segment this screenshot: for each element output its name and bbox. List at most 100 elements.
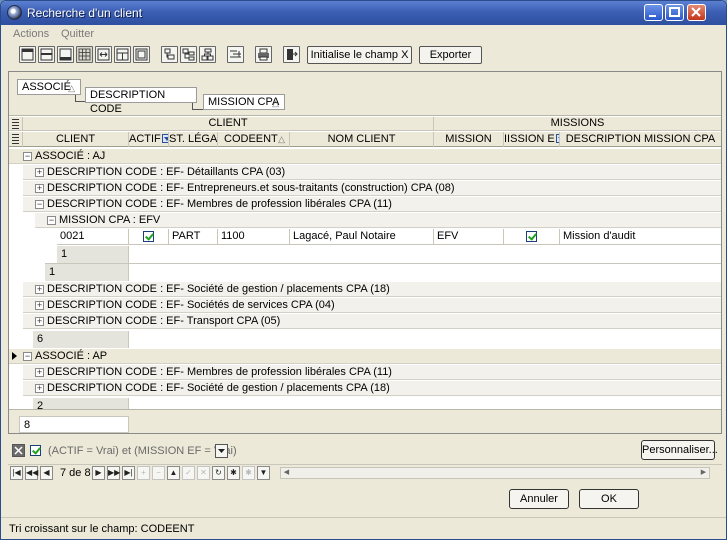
col-mission-ef[interactable]: IISSION E xyxy=(504,132,560,147)
maximize-button[interactable] xyxy=(665,4,684,21)
col-actif[interactable]: ACTIF xyxy=(129,132,169,147)
expand-icon[interactable]: + xyxy=(35,184,44,193)
group-row-code[interactable]: + DESCRIPTION CODE : EF- Détaillants CPA… xyxy=(23,165,721,180)
column-autofit-button[interactable] xyxy=(95,46,112,63)
layout-top-button[interactable] xyxy=(19,46,36,63)
collapse-icon[interactable]: − xyxy=(23,152,32,161)
exit-button[interactable] xyxy=(283,46,300,63)
menu-actions[interactable]: Actions xyxy=(13,28,49,40)
col-client[interactable]: CLIENT xyxy=(23,132,129,147)
cell-codeent[interactable]: 1100 xyxy=(218,229,290,245)
group-row-code[interactable]: + DESCRIPTION CODE : EF- Transport CPA (… xyxy=(23,314,721,329)
group-row-associe-ap[interactable]: − ASSOCIÉ : AP xyxy=(9,349,721,364)
expand-icon[interactable]: + xyxy=(35,317,44,326)
nav-filter-button[interactable]: ▼ xyxy=(257,466,270,480)
minimize-button[interactable] xyxy=(644,4,663,21)
actif-checkbox[interactable] xyxy=(143,231,154,242)
group-label: DESCRIPTION CODE : EF- Société de gestio… xyxy=(47,382,390,394)
clear-filter-button[interactable] xyxy=(12,444,25,457)
col-nom-client[interactable]: NOM CLIENT xyxy=(290,132,434,147)
expand-icon[interactable]: + xyxy=(35,168,44,177)
table-row[interactable]: 0021 PART 1100 Lagacé, Paul Notaire EFV … xyxy=(57,229,721,245)
group-label: ASSOCIÉ : AJ xyxy=(35,150,106,162)
group-row-mission[interactable]: − MISSION CPA : EFV xyxy=(35,213,721,228)
export-button[interactable]: Exporter xyxy=(419,46,482,64)
cell-client[interactable]: 0021 xyxy=(57,229,129,245)
group-chip-description-code[interactable]: DESCRIPTION CODE xyxy=(85,87,197,115)
group-by-panel: ASSOCIÉ △ DESCRIPTION CODE MISSION CPA △ xyxy=(9,72,721,116)
layout-middle-button[interactable] xyxy=(38,46,55,63)
cell-mission-ef[interactable] xyxy=(504,229,560,245)
col-st-legal[interactable]: ST. LÉGAL xyxy=(169,132,218,147)
cell-actif[interactable] xyxy=(129,229,169,245)
group-row-code[interactable]: + DESCRIPTION CODE : EF- Société de gest… xyxy=(23,381,721,396)
menu-quit[interactable]: Quitter xyxy=(61,28,94,40)
ok-button[interactable]: OK xyxy=(579,489,639,509)
nav-last-button[interactable]: ▶| xyxy=(122,466,135,480)
nav-refresh-button[interactable]: ↻ xyxy=(212,466,225,480)
sort-button[interactable] xyxy=(227,46,244,63)
group-row-code[interactable]: − DESCRIPTION CODE : EF- Membres de prof… xyxy=(23,197,721,212)
group-label: DESCRIPTION CODE : EF- Membres de profes… xyxy=(47,198,392,210)
nav-insert-button[interactable]: + xyxy=(137,466,150,480)
collapse-icon[interactable]: − xyxy=(47,216,56,225)
column-selector[interactable] xyxy=(9,132,23,147)
init-field-button[interactable]: Initialise le champ X xyxy=(307,46,412,64)
cancel-button[interactable]: Annuler xyxy=(509,489,569,509)
nav-next-button[interactable]: ▶ xyxy=(92,466,105,480)
col-codeent[interactable]: CODEENT △ xyxy=(218,132,290,147)
filter-history-dropdown[interactable] xyxy=(215,444,228,458)
mission-ef-checkbox[interactable] xyxy=(526,231,537,242)
nav-first-button[interactable]: |◀ xyxy=(10,466,23,480)
collapse-icon[interactable]: − xyxy=(23,352,32,361)
band-panel-button[interactable] xyxy=(114,46,131,63)
group-chip-mission-cpa[interactable]: MISSION CPA △ xyxy=(203,94,285,110)
expand-all-button[interactable] xyxy=(161,46,178,63)
cell-nom-client[interactable]: Lagacé, Paul Notaire xyxy=(290,229,434,245)
preview-button[interactable] xyxy=(133,46,150,63)
print-button[interactable] xyxy=(255,46,272,63)
expand-icon[interactable]: + xyxy=(35,368,44,377)
summary-total-count: 8 xyxy=(19,416,129,433)
filter-icon[interactable] xyxy=(161,134,168,143)
band-header-row: CLIENT MISSIONS xyxy=(9,117,721,131)
col-mission[interactable]: MISSION xyxy=(434,132,504,147)
group-row-code[interactable]: + DESCRIPTION CODE : EF- Société de gest… xyxy=(23,282,721,297)
expand-icon[interactable]: + xyxy=(35,301,44,310)
nav-delete-button[interactable]: − xyxy=(152,466,165,480)
horizontal-scrollbar[interactable]: ◀ ▶ xyxy=(280,467,710,479)
cell-mission[interactable]: EFV xyxy=(434,229,504,245)
close-button[interactable] xyxy=(687,4,706,21)
group-chip-associe[interactable]: ASSOCIÉ △ xyxy=(17,79,81,95)
group-chip-label: ASSOCIÉ xyxy=(22,81,71,93)
group-button[interactable] xyxy=(199,46,216,63)
col-description-mission[interactable]: DESCRIPTION MISSION CPA xyxy=(560,132,721,147)
expand-icon[interactable]: + xyxy=(35,384,44,393)
group-row-associe-aj[interactable]: − ASSOCIÉ : AJ xyxy=(9,149,721,164)
group-label: DESCRIPTION CODE : EF- Transport CPA (05… xyxy=(47,315,281,327)
nav-edit-button[interactable]: ▲ xyxy=(167,466,180,480)
nav-goto-bookmark-button[interactable]: ✱ xyxy=(242,466,255,480)
collapse-all-button[interactable] xyxy=(180,46,197,63)
scroll-right-icon[interactable]: ▶ xyxy=(698,468,709,478)
cell-st-legal[interactable]: PART xyxy=(169,229,218,245)
band-selector[interactable] xyxy=(9,117,23,131)
group-row-code[interactable]: + DESCRIPTION CODE : EF- Sociétés de ser… xyxy=(23,298,721,313)
search-client-window: Recherche d'un client Actions Quitter In… xyxy=(0,0,727,540)
layout-bottom-button[interactable] xyxy=(57,46,74,63)
collapse-icon[interactable]: − xyxy=(35,200,44,209)
filter-enabled-checkbox[interactable] xyxy=(30,445,41,456)
group-row-code[interactable]: + DESCRIPTION CODE : EF- Entrepreneurs.e… xyxy=(23,181,721,196)
nav-prev-page-button[interactable]: ◀◀ xyxy=(25,466,38,480)
nav-bookmark-button[interactable]: ✱ xyxy=(227,466,240,480)
customize-button[interactable]: Personnaliser... xyxy=(641,440,718,460)
cell-description[interactable]: Mission d'audit xyxy=(560,229,721,245)
grid-lines-button[interactable] xyxy=(76,46,93,63)
nav-prev-button[interactable]: ◀ xyxy=(40,466,53,480)
expand-icon[interactable]: + xyxy=(35,285,44,294)
nav-cancel-button[interactable]: ✕ xyxy=(197,466,210,480)
nav-post-button[interactable]: ✓ xyxy=(182,466,195,480)
nav-next-page-button[interactable]: ▶▶ xyxy=(107,466,120,480)
scroll-left-icon[interactable]: ◀ xyxy=(281,468,292,478)
group-row-code[interactable]: + DESCRIPTION CODE : EF- Membres de prof… xyxy=(23,365,721,380)
